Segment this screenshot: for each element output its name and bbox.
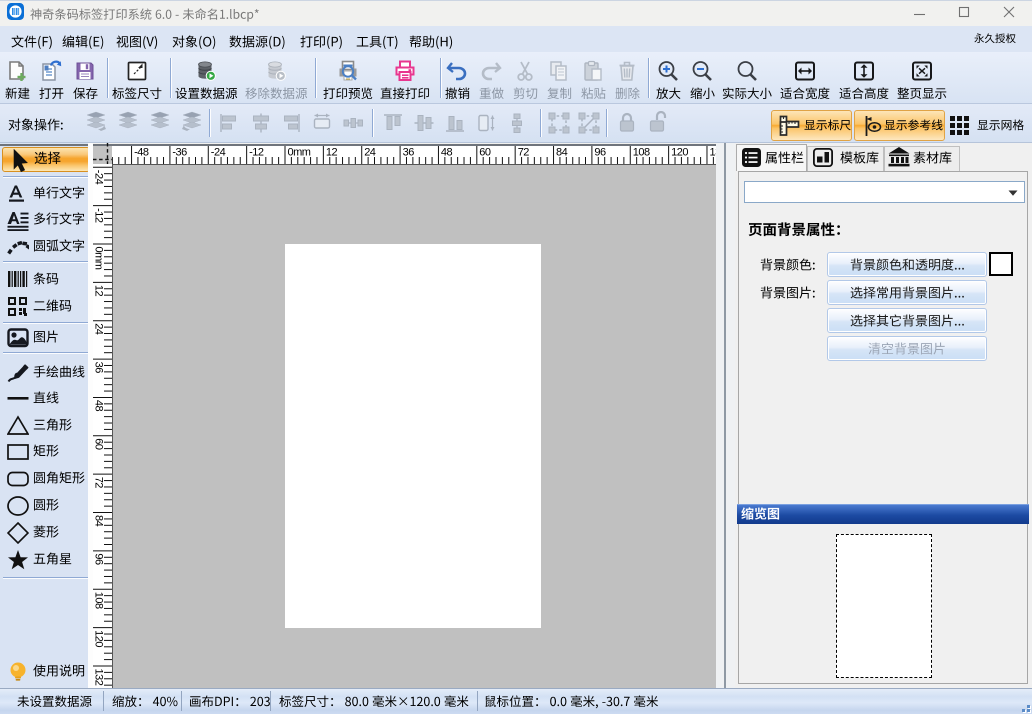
svg-text:0mm: 0mm: [288, 147, 311, 159]
svg-text:36: 36: [403, 147, 415, 159]
svg-text:-24: -24: [211, 147, 226, 159]
svg-text:48: 48: [93, 400, 105, 412]
svg-text:48: 48: [441, 147, 453, 159]
svg-text:-48: -48: [134, 147, 149, 159]
svg-text:108: 108: [93, 592, 105, 609]
svg-text:120: 120: [93, 630, 105, 647]
svg-text:36: 36: [93, 362, 105, 374]
svg-text:120: 120: [671, 147, 688, 159]
svg-text:96: 96: [93, 553, 105, 565]
svg-text:-12: -12: [93, 208, 105, 223]
svg-text:60: 60: [93, 438, 105, 450]
svg-text:84: 84: [556, 147, 568, 159]
svg-text:12: 12: [326, 147, 338, 159]
svg-text:72: 72: [518, 147, 530, 159]
svg-text:24: 24: [364, 147, 376, 159]
svg-text:12: 12: [93, 285, 105, 297]
svg-text:-36: -36: [172, 147, 187, 159]
svg-text:0mm: 0mm: [93, 247, 105, 270]
svg-text:72: 72: [93, 477, 105, 489]
svg-text:108: 108: [633, 147, 650, 159]
svg-text:60: 60: [479, 147, 491, 159]
svg-text:-24: -24: [93, 170, 105, 185]
svg-text:84: 84: [93, 515, 105, 527]
svg-text:-12: -12: [249, 147, 264, 159]
svg-text:24: 24: [93, 323, 105, 335]
svg-text:132: 132: [93, 669, 105, 686]
svg-text:96: 96: [594, 147, 606, 159]
